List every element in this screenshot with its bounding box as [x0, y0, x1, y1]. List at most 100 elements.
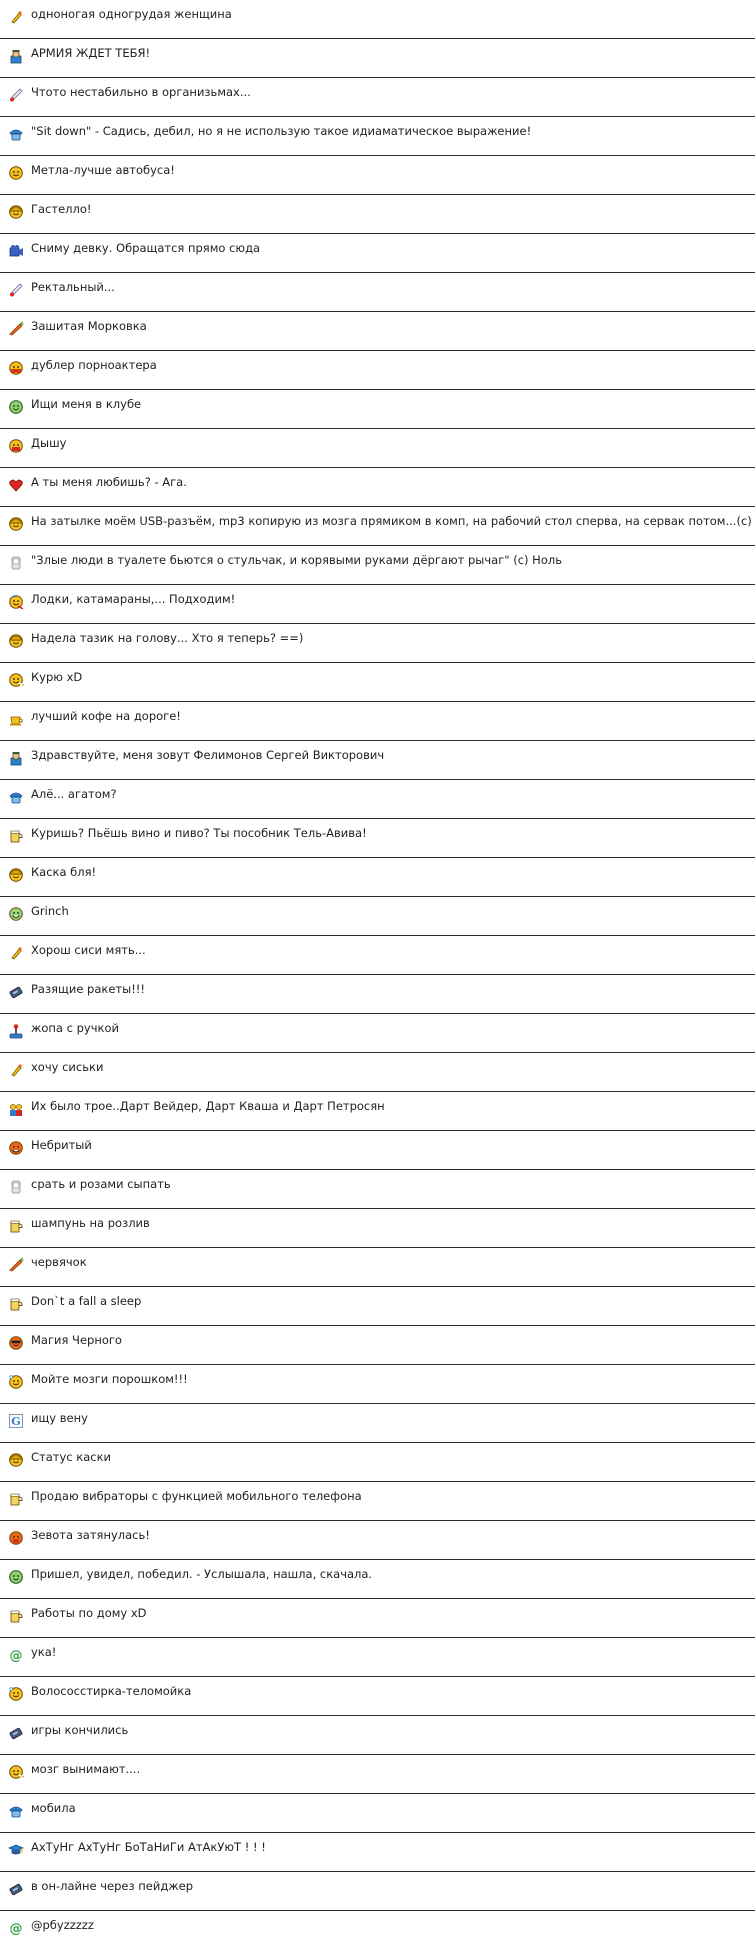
status-text: @pбyzzzzz: [31, 1918, 94, 1932]
status-row[interactable]: хочу сиськи: [0, 1053, 755, 1092]
status-row[interactable]: жопа с ручкой: [0, 1014, 755, 1053]
status-row[interactable]: Надела тазик на голову... Хто я теперь? …: [0, 624, 755, 663]
status-row[interactable]: игры кончились: [0, 1716, 755, 1755]
status-row[interactable]: Продаю вибраторы с функцией мобильного т…: [0, 1482, 755, 1521]
status-row[interactable]: АРМИЯ ЖДЕТ ТЕБЯ!: [0, 39, 755, 78]
beer-icon: [8, 1608, 24, 1624]
status-text: "Злые люди в туалете бьются о стульчак, …: [31, 553, 562, 567]
leg-icon: [8, 1062, 24, 1078]
status-text: Grinch: [31, 904, 69, 918]
status-row[interactable]: Магия Черного: [0, 1326, 755, 1365]
status-row[interactable]: Мойте мозги порошком!!!: [0, 1365, 755, 1404]
status-text: лучший кофе на дороге!: [31, 709, 181, 723]
washing-smiley-icon: [8, 1374, 24, 1390]
soldier-icon: [8, 48, 24, 64]
cool-smiley-icon: [8, 1335, 24, 1351]
at-sign-icon: @: [8, 1647, 24, 1664]
status-row[interactable]: Зевота затянулась!: [0, 1521, 755, 1560]
status-text: На затылке моём USB-разъём, mp3 копирую …: [31, 514, 752, 528]
beer-icon: [8, 1491, 24, 1507]
status-row[interactable]: На затылке моём USB-разъём, mp3 копирую …: [0, 507, 755, 546]
status-row[interactable]: червячок: [0, 1248, 755, 1287]
status-text: Чтото нестабильно в организьмах...: [31, 85, 251, 99]
status-text: ищу вену: [31, 1411, 88, 1425]
status-text: Лодки, катамараны,... Подходим!: [31, 592, 236, 606]
status-row[interactable]: Чтото нестабильно в организьмах...: [0, 78, 755, 117]
status-row[interactable]: Здравствуйте, меня зовут Фелимонов Серге…: [0, 741, 755, 780]
status-text: А ты меня любишь? - Ага.: [31, 475, 187, 489]
status-row[interactable]: Небритый: [0, 1131, 755, 1170]
status-row[interactable]: Ректальный...: [0, 273, 755, 312]
status-text: Статус каски: [31, 1450, 111, 1464]
status-row[interactable]: "Sit down" - Садись, дебил, но я не испо…: [0, 117, 755, 156]
status-row[interactable]: одноногая одногрудая женщина: [0, 0, 755, 39]
status-text: Здравствуйте, меня зовут Фелимонов Серге…: [31, 748, 385, 762]
washing-smiley-icon: [8, 1686, 24, 1702]
smoking-smiley-icon: [8, 672, 24, 688]
status-row[interactable]: Алё... агатом?: [0, 780, 755, 819]
status-row[interactable]: Гастелло!: [0, 195, 755, 234]
status-text: АхТуНг АхТуНг БоТаНиГи АтАкУюТ ! ! !: [31, 1840, 266, 1854]
soldier-icon: [8, 750, 24, 766]
carrot-icon: [8, 1257, 24, 1273]
status-text: Небритый: [31, 1138, 92, 1152]
carrot-icon: [8, 321, 24, 337]
status-text: Хорош сиси мять...: [31, 943, 146, 957]
status-row[interactable]: мозг вынимают....: [0, 1755, 755, 1794]
status-row[interactable]: Grinch: [0, 897, 755, 936]
status-text: мобила: [31, 1801, 76, 1815]
grinch-smiley-icon: [8, 906, 24, 922]
status-row[interactable]: АхТуНг АхТуНг БоТаНиГи АтАкУюТ ! ! !: [0, 1833, 755, 1872]
smiley-icon: [8, 165, 24, 181]
status-row[interactable]: дублер порноактера: [0, 351, 755, 390]
status-row[interactable]: Работы по дому xD: [0, 1599, 755, 1638]
status-row[interactable]: Статус каски: [0, 1443, 755, 1482]
search-smiley-icon: [8, 1569, 24, 1585]
status-row[interactable]: Сниму девку. Обращатся прямо сюда: [0, 234, 755, 273]
yawn-smiley-icon: [8, 1530, 24, 1546]
status-row[interactable]: Разящие ракеты!!!: [0, 975, 755, 1014]
status-row[interactable]: Хорош сиси мять...: [0, 936, 755, 975]
status-row[interactable]: мобила: [0, 1794, 755, 1833]
status-row[interactable]: Дышу: [0, 429, 755, 468]
status-text: Продаю вибраторы с функцией мобильного т…: [31, 1489, 362, 1503]
status-row[interactable]: @ @pбyzzzzz: [0, 1911, 755, 1949]
pager-icon: [8, 984, 24, 1000]
status-row[interactable]: Их было трое..Дарт Вейдер, Дарт Кваша и …: [0, 1092, 755, 1131]
status-row[interactable]: лучший кофе на дороге!: [0, 702, 755, 741]
surf-smiley-icon: [8, 594, 24, 610]
status-row[interactable]: Ищи меня в клубе: [0, 390, 755, 429]
status-text: мозг вынимают....: [31, 1762, 141, 1776]
status-row[interactable]: Метла-лучше автобуса!: [0, 156, 755, 195]
helmet-smiley-icon: [8, 867, 24, 883]
status-row[interactable]: шампунь на розлив: [0, 1209, 755, 1248]
helmet-smiley-icon: [8, 1452, 24, 1468]
status-text: игры кончились: [31, 1723, 129, 1737]
status-text: Сниму девку. Обращатся прямо сюда: [31, 241, 261, 255]
status-text: червячок: [31, 1255, 87, 1269]
beer-icon: [8, 1218, 24, 1234]
status-row[interactable]: Каска бля!: [0, 858, 755, 897]
status-row[interactable]: Пришел, увидел, победил. - Услышала, наш…: [0, 1560, 755, 1599]
status-text: Пришел, увидел, победил. - Услышала, наш…: [31, 1567, 373, 1581]
status-row[interactable]: Лодки, катамараны,... Подходим!: [0, 585, 755, 624]
status-row[interactable]: Курю xD: [0, 663, 755, 702]
status-row[interactable]: в он-лайне через пейджер: [0, 1872, 755, 1911]
status-row[interactable]: А ты меня любишь? - Ага.: [0, 468, 755, 507]
status-row[interactable]: Зашитая Морковка: [0, 312, 755, 351]
status-row[interactable]: Gищу вену: [0, 1404, 755, 1443]
joystick-icon: [8, 1023, 24, 1039]
pager-icon: [8, 1725, 24, 1741]
coffee-icon: [8, 711, 24, 727]
group-icon: [8, 1101, 24, 1117]
thermometer-icon: [8, 282, 24, 298]
status-row[interactable]: "Злые люди в туалете бьются о стульчак, …: [0, 546, 755, 585]
pager-icon: [8, 1881, 24, 1897]
status-row[interactable]: Don`t a fall a sleep: [0, 1287, 755, 1326]
status-row[interactable]: срать и розами сыпать: [0, 1170, 755, 1209]
status-text: Курю xD: [31, 670, 83, 684]
status-row[interactable]: Куришь? Пьёшь вино и пиво? Ты пособник Т…: [0, 819, 755, 858]
status-row[interactable]: Волососстирка-теломойка: [0, 1677, 755, 1716]
status-text: Ищи меня в клубе: [31, 397, 142, 411]
status-row[interactable]: @ ука!: [0, 1638, 755, 1677]
